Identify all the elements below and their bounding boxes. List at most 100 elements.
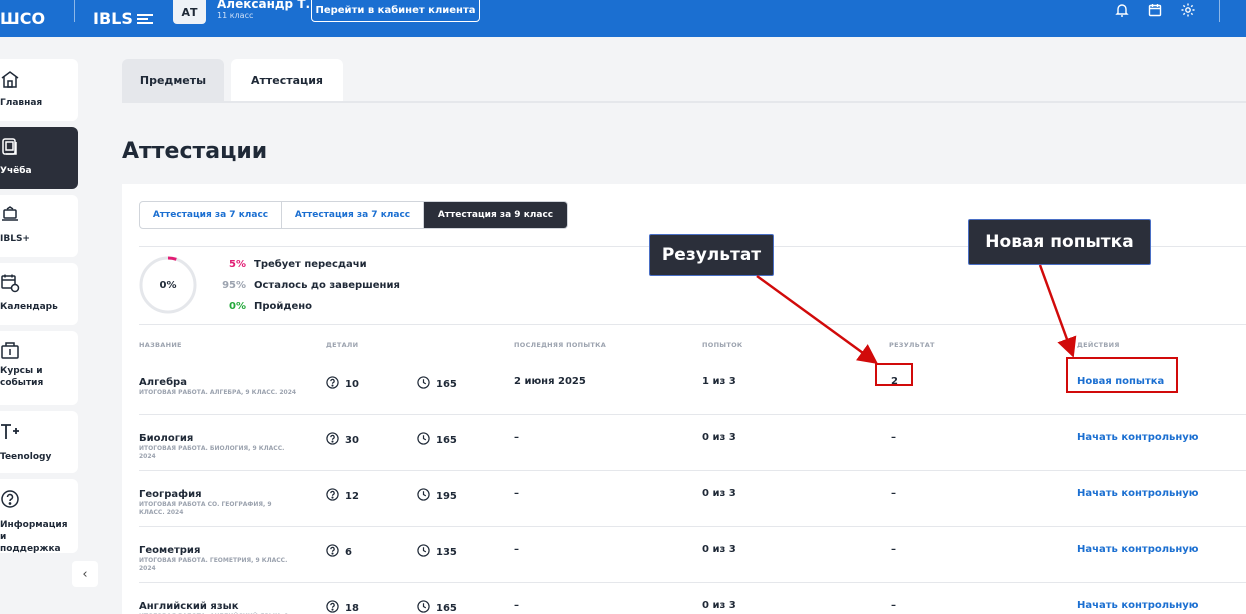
ibls-logo[interactable]: IBLS: [93, 9, 153, 28]
subject-subtitle: ИТОГОВАЯ РАБОТА СО. ГЕОГРАФИЯ, 9 КЛАСС. …: [139, 501, 272, 516]
segment-grade-9[interactable]: Аттестация за 9 класс: [424, 202, 567, 228]
questions-value: 12: [345, 490, 359, 502]
home-icon: [1, 71, 19, 88]
question-icon: [326, 544, 339, 560]
row-action-link[interactable]: Начать контрольную: [1077, 600, 1199, 611]
sidebar-item-courses[interactable]: Курсы и события: [0, 331, 78, 405]
attempts-count: 1 из 3: [702, 376, 736, 387]
last-attempt: –: [514, 600, 519, 611]
question-icon: [326, 600, 339, 614]
last-attempt: –: [514, 544, 519, 555]
calendar-icon[interactable]: [1147, 2, 1163, 18]
subject-subtitle: ИТОГОВАЯ РАБОТА. БИОЛОГИЯ, 9 КЛАСС. 2024: [139, 445, 285, 460]
client-cabinet-button[interactable]: Перейти в кабинет клиента: [311, 0, 480, 22]
table-row: География ИТОГОВАЯ РАБОТА СО. ГЕОГРАФИЯ, …: [139, 471, 1246, 527]
sidebar-item-home[interactable]: Главная: [0, 59, 78, 121]
column-header-actions: ДЕЙСТВИЯ: [1077, 341, 1120, 349]
duration-value: 165: [436, 378, 457, 390]
avatar[interactable]: АТ: [173, 0, 206, 24]
attempts-count: 0 из 3: [702, 432, 736, 443]
duration-value: 165: [436, 434, 457, 446]
duration: 165: [417, 600, 457, 614]
subject-name: География: [139, 489, 202, 500]
subject-name: Английский язык: [139, 601, 239, 612]
clock-icon: [417, 376, 430, 392]
page-title: Аттестации: [122, 139, 268, 164]
question-icon: [326, 376, 339, 392]
row-action-link[interactable]: Начать контрольную: [1077, 488, 1199, 499]
duration: 195: [417, 488, 457, 504]
tab-subjects[interactable]: Предметы: [122, 59, 224, 101]
questions-count: 10: [326, 376, 359, 392]
sidebar-item-label: Teenology: [0, 452, 52, 462]
tab-attestation[interactable]: Аттестация: [231, 59, 343, 101]
sidebar-item-help[interactable]: Информация и поддержка: [0, 479, 78, 554]
stat-label: Осталось до завершения: [254, 280, 400, 291]
table-row: Английский языкИТОГОВАЯ РАБОТА. АНГЛИЙСК…: [139, 583, 1246, 614]
sidebar-item-label: Главная: [0, 98, 43, 108]
progress-percent: 0%: [159, 279, 177, 291]
user-name: Александр Т.: [217, 0, 311, 11]
segment-grade-7-b[interactable]: Аттестация за 7 класс: [282, 202, 424, 228]
clock-icon: [417, 544, 430, 560]
attempts-count: 0 из 3: [702, 600, 736, 611]
question-icon: [326, 432, 339, 448]
tab-underline: [122, 101, 1246, 103]
questions-value: 18: [345, 602, 359, 614]
stat-label: Требует пересдачи: [254, 259, 367, 270]
gear-icon[interactable]: [1180, 2, 1196, 18]
stat-value: 0%: [229, 301, 246, 312]
column-header-details: ДЕТАЛИ: [326, 341, 359, 349]
questions-value: 6: [345, 546, 352, 558]
duration-value: 135: [436, 546, 457, 558]
top-bar: ШСО IBLS АТ Александр Т. 11 класс Перейт…: [0, 0, 1246, 37]
subject-name: Алгебра: [139, 377, 187, 388]
sidebar-item-teenology[interactable]: Teenology: [0, 411, 78, 473]
segment-grade-7-a[interactable]: Аттестация за 7 класс: [140, 202, 282, 228]
result-value: –: [891, 432, 896, 443]
clock-icon: [417, 432, 430, 448]
questions-count: 18: [326, 600, 359, 614]
last-attempt: –: [514, 432, 519, 443]
table-row: Геометрия ИТОГОВАЯ РАБОТА. ГЕОМЕТРИЯ, 9 К…: [139, 527, 1246, 583]
bell-icon[interactable]: [1114, 2, 1130, 18]
attempts-count: 0 из 3: [702, 544, 736, 555]
divider: [139, 324, 1246, 325]
duration: 165: [417, 376, 457, 392]
menu-lines-icon: [136, 13, 153, 24]
calendar-icon: [1, 274, 20, 293]
row-action-link[interactable]: Начать контрольную: [1077, 432, 1199, 443]
ibls-logo-text: IBLS: [93, 9, 133, 28]
sidebar-collapse-button[interactable]: ‹: [72, 561, 98, 587]
sidebar-item-label: IBLS+: [0, 234, 30, 244]
row-action-link[interactable]: Начать контрольную: [1077, 544, 1199, 555]
school-logo[interactable]: ШСО: [0, 9, 45, 28]
study-icon: [2, 138, 17, 155]
topbar-divider: [1219, 0, 1220, 22]
last-attempt: –: [514, 488, 519, 499]
questions-count: 6: [326, 544, 352, 560]
sidebar-item-study[interactable]: Учёба: [0, 127, 78, 189]
sidebar-item-label: Информация и поддержка: [0, 520, 68, 554]
question-icon: [326, 488, 339, 504]
sidebar-item-label: Учёба: [0, 166, 32, 176]
main-content: Предметы Аттестация Аттестации Аттестаци…: [100, 37, 1246, 614]
teenology-icon: [1, 424, 19, 439]
stat-value: 5%: [229, 259, 246, 270]
sidebar-item-calendar[interactable]: Календарь: [0, 263, 78, 325]
table-row: Биология ИТОГОВАЯ РАБОТА. БИОЛОГИЯ, 9 КЛА…: [139, 415, 1246, 471]
last-attempt: 2 июня 2025: [514, 376, 586, 387]
laptop-icon: [2, 206, 18, 221]
questions-value: 30: [345, 434, 359, 446]
column-header-attempts: ПОПЫТОК: [702, 341, 743, 349]
stat-passed: 0% Пройдено: [212, 301, 312, 312]
stat-remaining: 95% Осталось до завершения: [212, 280, 400, 291]
sidebar-item-ibls-plus[interactable]: IBLS+: [0, 195, 78, 257]
questions-count: 12: [326, 488, 359, 504]
subject-name: Геометрия: [139, 545, 201, 556]
sidebar: Главная Учёба IBLS+ Календарь Курсы и со…: [0, 37, 100, 614]
result-value: –: [891, 544, 896, 555]
duration: 135: [417, 544, 457, 560]
result-highlight-box: [875, 363, 913, 386]
new-attempt-callout: Новая попытка: [968, 219, 1151, 265]
